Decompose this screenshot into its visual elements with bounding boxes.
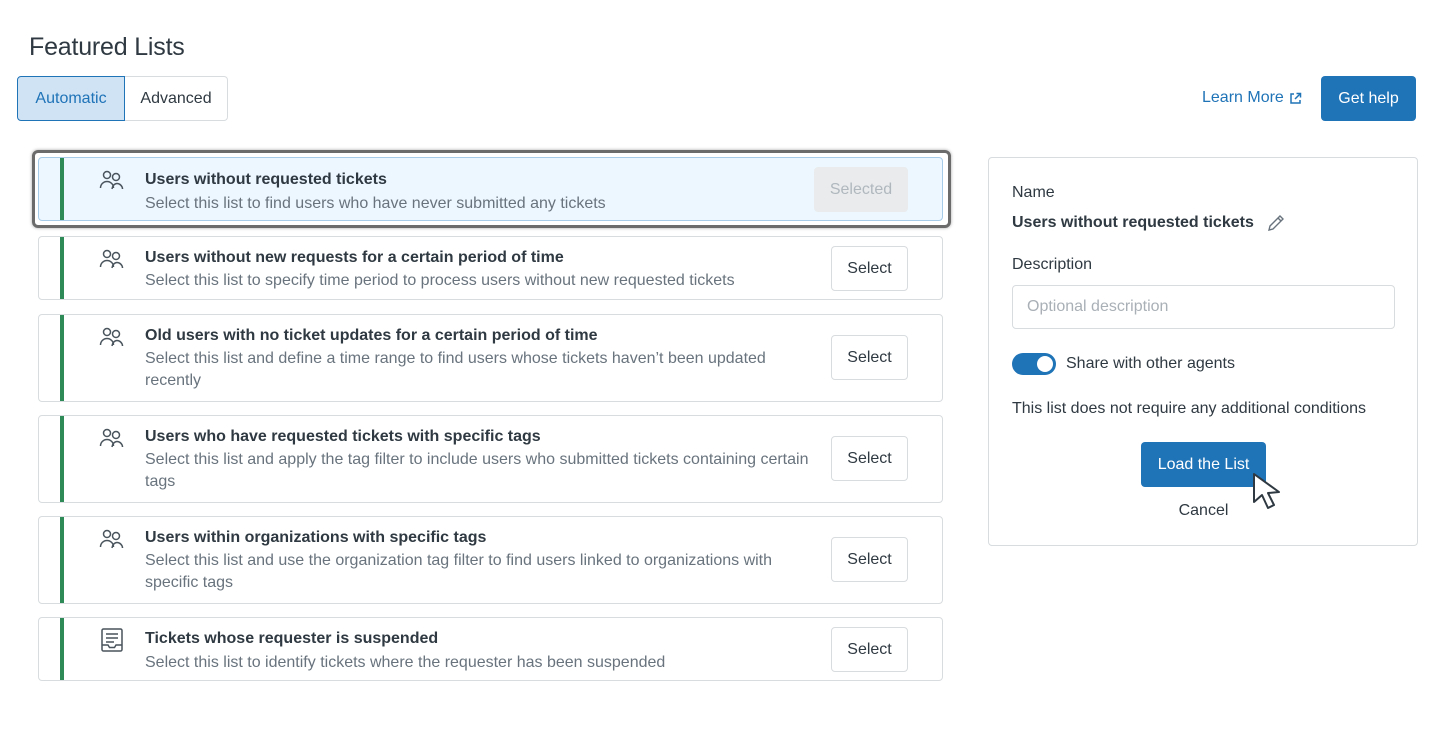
list-item-title: Users who have requested tickets with sp…	[145, 428, 541, 445]
list-item-description: Select this list and use the organizatio…	[145, 552, 773, 591]
list-item-stripe	[60, 517, 64, 603]
users-icon	[99, 529, 124, 549]
select-button[interactable]: Select	[831, 335, 908, 380]
list-item-title: Users without requested tickets	[145, 171, 387, 188]
users-icon	[99, 428, 124, 448]
list-item-old-users-no-updates[interactable]: Old users with no ticket updates for a c…	[38, 314, 943, 402]
list-item-users-without-new-requests[interactable]: Users without new requests for a certain…	[38, 236, 943, 300]
users-icon	[99, 327, 124, 347]
list-item-description: Select this list to identify tickets whe…	[145, 654, 666, 671]
learn-more-label: Learn More	[1202, 89, 1284, 106]
list-item-title: Tickets whose requester is suspended	[145, 630, 439, 647]
name-value: Users without requested tickets	[1012, 214, 1254, 231]
selected-button: Selected	[814, 167, 908, 212]
select-button[interactable]: Select	[831, 627, 908, 672]
cancel-button[interactable]: Cancel	[1141, 502, 1266, 520]
description-label: Description	[1012, 256, 1093, 273]
select-button[interactable]: Select	[831, 537, 908, 582]
list-item-description: Select this list and apply the tag filte…	[145, 451, 809, 490]
list-item-stripe	[60, 237, 64, 299]
list-item-stripe	[60, 315, 64, 401]
learn-more-link[interactable]: Learn More	[1202, 89, 1302, 107]
list-item-title: Users without new requests for a certain…	[145, 249, 564, 266]
list-item-description: Select this list to specify time period …	[145, 272, 735, 289]
list-item-title: Old users with no ticket updates for a c…	[145, 327, 598, 344]
list-item-orgs-with-specific-tags[interactable]: Users within organizations with specific…	[38, 516, 943, 604]
users-icon	[99, 170, 124, 190]
inbox-icon	[101, 628, 123, 652]
share-toggle[interactable]	[1012, 353, 1056, 375]
pencil-icon[interactable]	[1266, 213, 1286, 233]
list-item-description: Select this list to find users who have …	[145, 195, 606, 212]
list-item-description: Select this list and define a time range…	[145, 350, 766, 389]
get-help-button[interactable]: Get help	[1321, 76, 1416, 121]
select-button[interactable]: Select	[831, 246, 908, 291]
toggle-knob	[1037, 356, 1053, 372]
select-button[interactable]: Select	[831, 436, 908, 481]
list-item-tickets-requester-suspended[interactable]: Tickets whose requester is suspended Sel…	[38, 617, 943, 681]
list-item-title: Users within organizations with specific…	[145, 529, 487, 546]
external-link-icon	[1290, 92, 1302, 104]
list-item-users-with-specific-tags[interactable]: Users who have requested tickets with sp…	[38, 415, 943, 503]
list-detail-panel: Name Users without requested tickets Des…	[988, 157, 1418, 546]
description-input[interactable]	[1012, 285, 1395, 329]
page-title: Featured Lists	[29, 33, 185, 61]
tab-advanced[interactable]: Advanced	[125, 76, 228, 121]
name-value-row: Users without requested tickets	[1012, 213, 1286, 233]
list-item-stripe	[60, 416, 64, 502]
share-label: Share with other agents	[1066, 355, 1235, 372]
list-item-users-without-requested-tickets[interactable]: Users without requested tickets Select t…	[38, 157, 943, 221]
name-label: Name	[1012, 184, 1055, 201]
list-item-stripe	[60, 158, 64, 220]
conditions-text: This list does not require any additiona…	[1012, 400, 1366, 417]
mouse-cursor-icon	[1253, 473, 1280, 509]
tab-automatic[interactable]: Automatic	[17, 76, 125, 121]
mode-toggle: Automatic Advanced	[17, 76, 228, 121]
users-icon	[99, 249, 124, 269]
load-list-button[interactable]: Load the List	[1141, 442, 1266, 487]
list-item-stripe	[60, 618, 64, 680]
